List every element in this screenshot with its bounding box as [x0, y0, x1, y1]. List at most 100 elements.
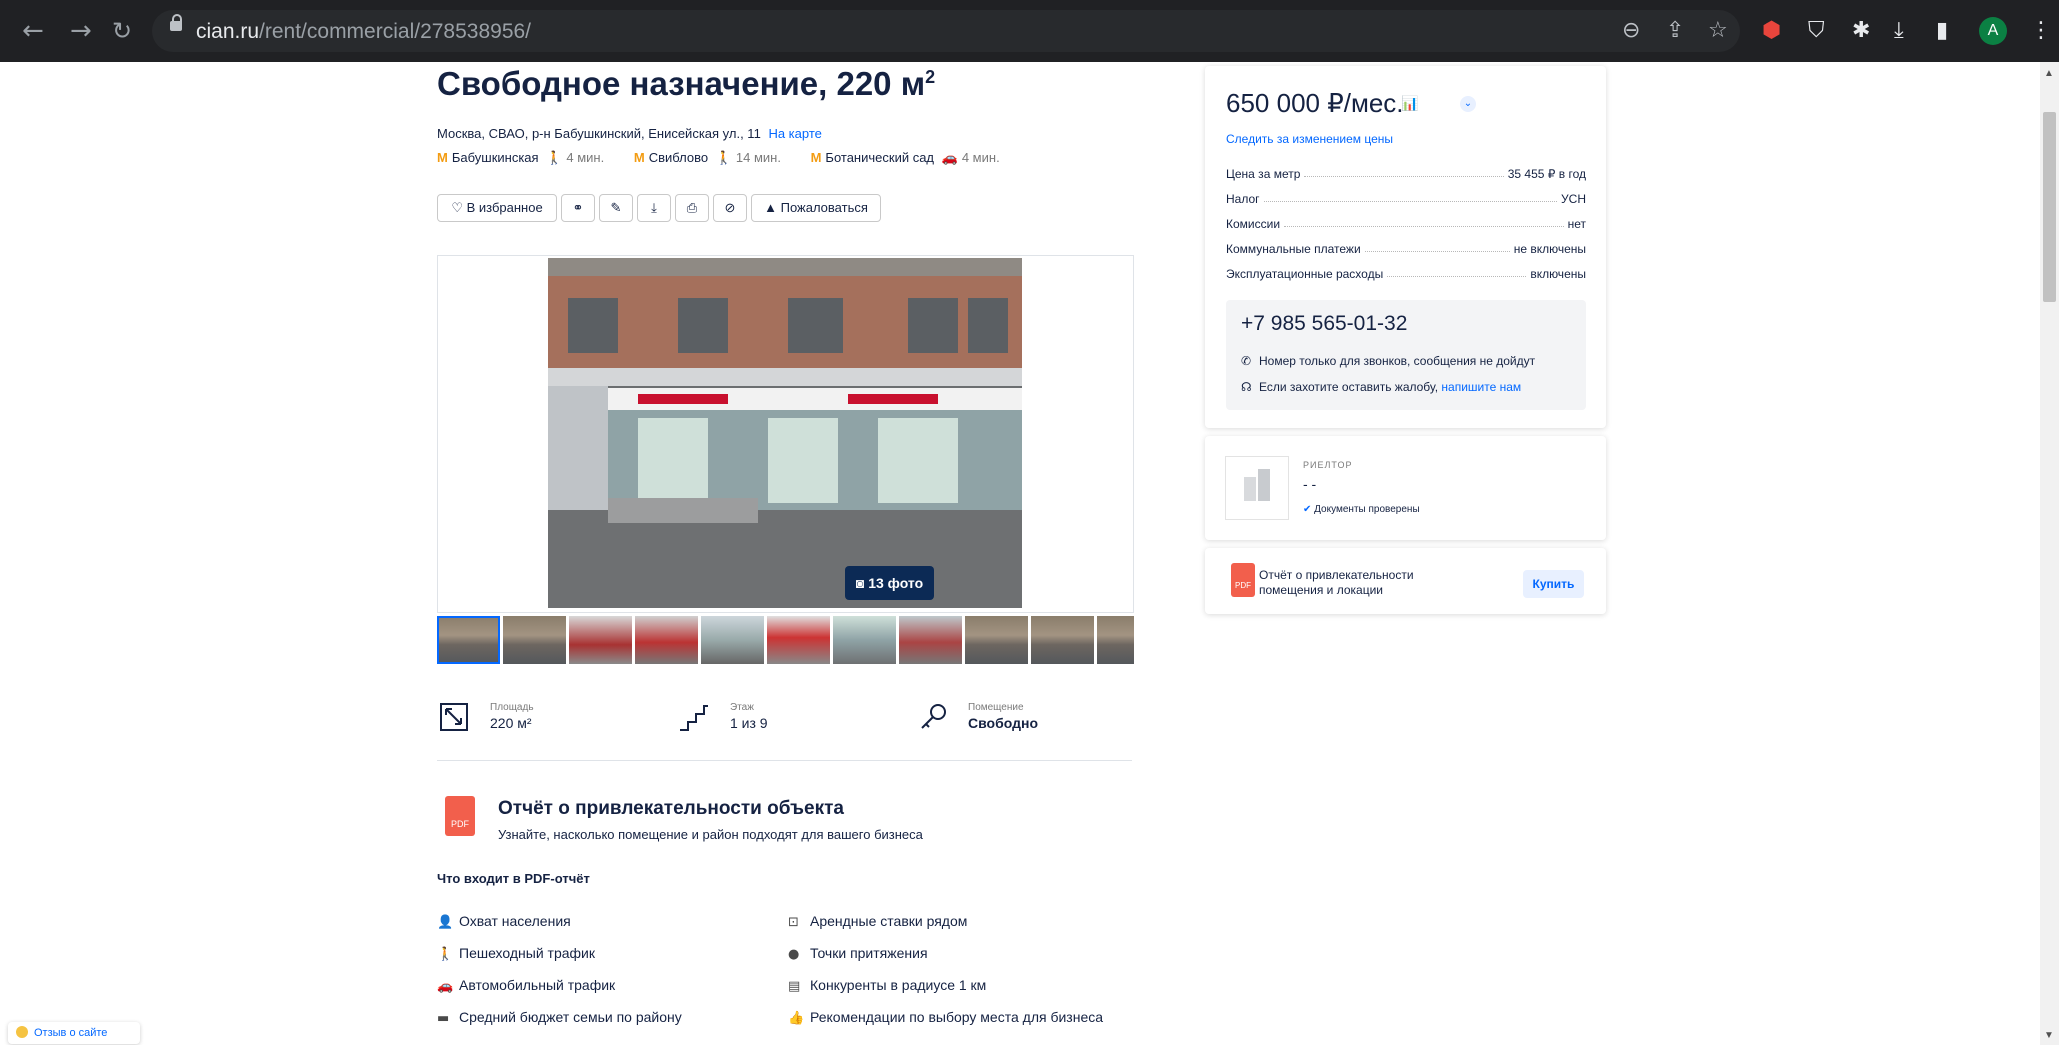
- price-row: Коммунальные платежи не включены: [1226, 242, 1586, 256]
- hide-button[interactable]: ⊘: [713, 194, 747, 222]
- page-scrollbar[interactable]: ▲ ▼: [2040, 62, 2059, 1045]
- back-icon[interactable]: ←: [22, 16, 44, 46]
- report-includes-heading: Что входит в PDF-отчёт: [437, 871, 590, 886]
- thumbnail[interactable]: [635, 616, 698, 664]
- page-title: Свободное назначение, 220 м2: [437, 65, 936, 102]
- chevron-down-icon[interactable]: ⌄: [1460, 96, 1476, 112]
- url-text[interactable]: cian.ru/rent/commercial/278538956/: [196, 20, 531, 44]
- storefront-image: [548, 258, 1022, 608]
- metro-icon: M: [437, 150, 448, 165]
- photo-count-button[interactable]: ◙ 13 фото: [845, 566, 934, 600]
- heart-icon: ♡: [451, 200, 467, 215]
- scroll-up-icon[interactable]: ▲: [2044, 68, 2054, 79]
- eye-off-icon: ⊘: [724, 200, 736, 215]
- car-icon: 🚗: [437, 979, 454, 994]
- realtor-name[interactable]: - -: [1303, 476, 1316, 492]
- thumbnail[interactable]: [899, 616, 962, 664]
- metro-icon: M: [810, 150, 822, 165]
- profile-avatar[interactable]: A: [1979, 17, 2007, 45]
- main-photo[interactable]: ◙ 13 фото: [548, 258, 1022, 608]
- thumbnail[interactable]: [569, 616, 632, 664]
- documents-verified: ✔ Документы проверены: [1303, 504, 1420, 515]
- report-item: ▤ Конкуренты в радиусе 1 км: [788, 977, 987, 994]
- verified-check-icon: ✔: [1303, 504, 1315, 515]
- bookmark-star-icon[interactable]: ☆: [1708, 18, 1728, 43]
- favorite-button[interactable]: ♡ В избранное: [437, 194, 557, 222]
- scroll-down-icon[interactable]: ▼: [2044, 1030, 2054, 1041]
- walk-icon: 🚶: [715, 150, 732, 165]
- address-text: Москва, СВАО, р-н Бабушкинский, Енисейск…: [437, 126, 761, 141]
- thumbnail[interactable]: [767, 616, 830, 664]
- thumbnail-strip[interactable]: [437, 616, 1134, 664]
- building-rent-icon: ⊡: [788, 915, 799, 930]
- print-button[interactable]: ⎙: [675, 194, 709, 222]
- side-panel-icon[interactable]: ▮: [1936, 18, 1948, 44]
- report-item: ⊡ Арендные ставки рядом: [788, 913, 968, 930]
- forward-icon[interactable]: →: [70, 16, 92, 46]
- wallet-icon: ▬: [437, 1011, 450, 1026]
- zoom-icon[interactable]: ⊖: [1622, 18, 1640, 43]
- price-card: 650 000 ₽/мес. 📊 ⌄ Следить за изменением…: [1205, 66, 1606, 428]
- thumbnail[interactable]: [965, 616, 1028, 664]
- phone-box: +7 985 565-01-32 ✆ Номер только для звонк…: [1226, 300, 1586, 410]
- calls-only-note: ✆ Номер только для звонков, сообщения не …: [1241, 354, 1536, 368]
- realtor-logo[interactable]: [1225, 456, 1289, 520]
- edit-note-button[interactable]: ✎: [599, 194, 633, 222]
- menu-kebab-icon[interactable]: ⋮: [2030, 18, 2052, 44]
- walk-icon: 🚶: [546, 150, 563, 165]
- price-chart-icon[interactable]: 📊: [1401, 96, 1418, 112]
- report-item: 👤 Охват населения: [437, 913, 571, 930]
- share-icon[interactable]: ⇪: [1666, 18, 1684, 43]
- complain-button[interactable]: ▲ Пожаловаться: [751, 194, 881, 222]
- photo-gallery[interactable]: ◙ 13 фото: [437, 255, 1134, 613]
- metro-list: M Бабушкинская 🚶 4 мин. M Свиблово 🚶 14 мин.…: [437, 150, 1008, 166]
- scrollbar-thumb[interactable]: [2043, 112, 2056, 302]
- thumbnail[interactable]: [833, 616, 896, 664]
- thumbnail[interactable]: [1097, 616, 1134, 664]
- pdf-icon: PDF: [445, 796, 475, 836]
- thumbnail[interactable]: [1031, 616, 1094, 664]
- download-button[interactable]: ⤓: [637, 194, 671, 222]
- car-icon: 🚗: [941, 150, 958, 165]
- report-item: 🚗 Автомобильный трафик: [437, 977, 616, 994]
- write-us-link[interactable]: напишите нам: [1441, 380, 1521, 394]
- feature-floor: Этаж 1 из 9: [730, 702, 768, 731]
- realtor-card: РИЕЛТОР - - ✔ Документы проверены: [1205, 436, 1606, 540]
- metro-item[interactable]: M Бабушкинская 🚶 4 мин.: [437, 150, 608, 165]
- site-feedback-button[interactable]: Отзыв о сайте: [8, 1022, 140, 1044]
- metro-icon: M: [633, 150, 645, 165]
- extensions-puzzle-icon[interactable]: ✱: [1852, 18, 1870, 44]
- report-item: 🚶 Пешеходный трафик: [437, 945, 596, 962]
- thumbnail[interactable]: [701, 616, 764, 664]
- phone-number[interactable]: +7 985 565-01-32: [1241, 312, 1407, 336]
- headset-icon: ☊: [1241, 380, 1252, 394]
- report-item: ▬ Средний бюджет семьи по району: [437, 1009, 682, 1026]
- price: 650 000 ₽/мес.: [1226, 88, 1404, 118]
- browser-toolbar: ← → ↻ cian.ru/rent/commercial/278538956/…: [0, 0, 2059, 62]
- map-link[interactable]: На карте: [768, 126, 821, 141]
- buy-button[interactable]: Купить: [1523, 570, 1584, 598]
- feature-premises: Помещение Свободно: [968, 702, 1038, 731]
- walk-icon: 🚶: [437, 947, 454, 962]
- report-item: 👍 Рекомендации по выбору места для бизнес…: [788, 1009, 1104, 1026]
- lock-icon: [170, 14, 182, 31]
- reload-icon[interactable]: ↻: [112, 16, 132, 46]
- adblock-extension-icon[interactable]: ⬢: [1762, 18, 1781, 44]
- person-icon: 👤: [437, 915, 454, 930]
- realtor-role: РИЕЛТОР: [1303, 460, 1353, 470]
- shield-extension-icon[interactable]: ⛉: [1808, 18, 1825, 44]
- thumbnail[interactable]: [437, 616, 500, 664]
- camera-icon: ◙: [855, 575, 869, 591]
- address-bar[interactable]: cian.ru/rent/commercial/278538956/ ⊖ ⇪ ☆: [152, 10, 1740, 52]
- thumbnail[interactable]: [503, 616, 566, 664]
- price-row: Комиссии нет: [1226, 217, 1586, 231]
- divider: [437, 760, 1132, 761]
- follow-price-link[interactable]: Следить за изменением цены: [1226, 132, 1393, 146]
- phone-icon: ✆: [1241, 354, 1252, 368]
- download-icon[interactable]: ⤓: [1894, 18, 1904, 44]
- metro-item[interactable]: M Ботанический сад 🚗 4 мин.: [811, 150, 1004, 165]
- stairs-icon: [680, 705, 708, 731]
- metro-item[interactable]: M Свиблово 🚶 14 мин.: [634, 150, 785, 165]
- report-item: ● Точки притяжения: [788, 945, 928, 962]
- share-button[interactable]: ⚭: [561, 194, 595, 222]
